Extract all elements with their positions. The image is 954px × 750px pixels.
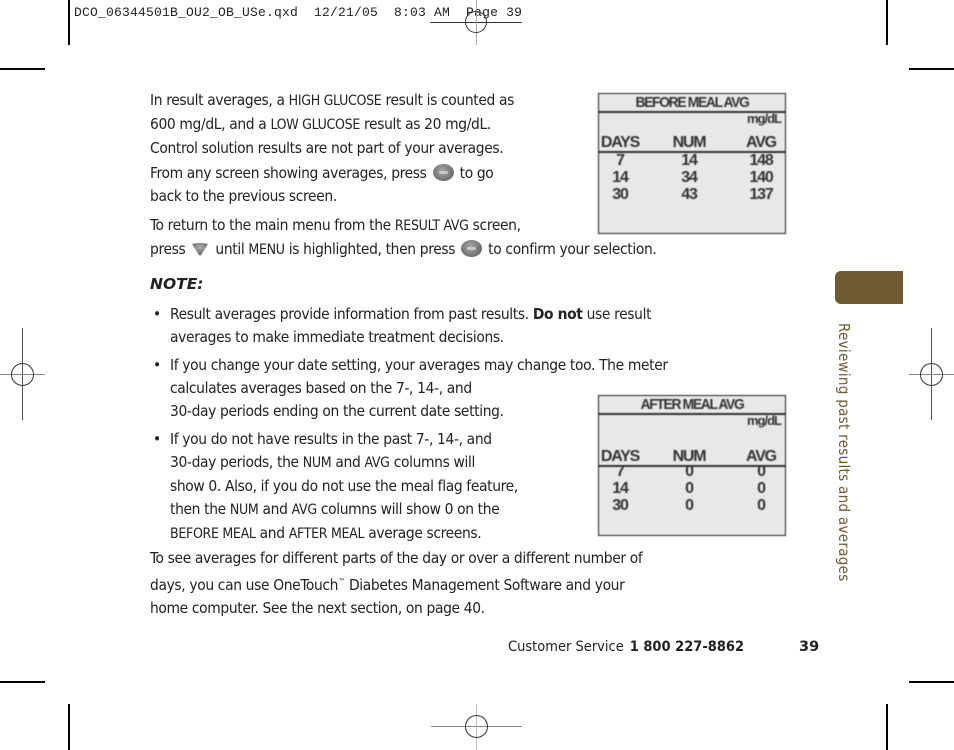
bullet-dot: •: [153, 356, 161, 374]
crop-mark: [886, 704, 888, 750]
high-glucose-term: HIGH GLUCOSE: [288, 93, 382, 109]
crop-mark: [68, 704, 70, 750]
paragraph-glucose-limits: In result averages, a HIGH GLUCOSE resul…: [150, 91, 514, 157]
lcd-unit: mg/dL: [747, 413, 782, 428]
down-arrow-button-icon: [192, 243, 209, 256]
crop-mark: [886, 0, 888, 45]
crop-mark: [68, 0, 70, 45]
lcd-title: AFTER MEAL AVG: [640, 396, 745, 413]
footer-phone: 1 800 227-8862: [629, 639, 745, 655]
do-not-emphasis: Do not: [532, 305, 583, 323]
after-meal-avg-screen: AFTER MEAL AVG mg/dL DAYS NUM AVG 7 0 0 …: [598, 395, 786, 536]
page-number: 39: [799, 639, 820, 655]
result-avg-term: RESULT AVG: [394, 218, 469, 234]
trademark-symbol: ™: [338, 577, 345, 586]
crop-mark: [909, 68, 954, 70]
before-meal-avg-screen: BEFORE MEAL AVG mg/dL DAYS NUM AVG 7 14 …: [598, 93, 786, 234]
section-tab: [835, 271, 903, 304]
footer-label: Customer Service: [508, 639, 624, 655]
crop-mark: [0, 68, 45, 70]
bullet-dot: •: [153, 305, 161, 323]
menu-term: MENU: [248, 242, 285, 258]
paragraph-return-menu: To return to the main menu from the RESU…: [150, 216, 657, 258]
paragraph-go-back: From any screen showing averages, press …: [150, 164, 494, 205]
paragraph-software: To see averages for different parts of t…: [150, 549, 643, 618]
lcd-title: BEFORE MEAL AVG: [635, 94, 749, 111]
low-glucose-term: LOW GLUCOSE: [270, 117, 360, 133]
footer-customer-service: Customer Service 1 800 227-8862: [508, 639, 744, 655]
lcd-unit: mg/dL: [747, 111, 782, 126]
section-side-label: Reviewing past results and averages: [835, 323, 853, 582]
print-slug: DCO_06344501B_OU2_OB_USe.qxd 12/21/05 8:…: [74, 5, 523, 20]
note-heading: NOTE:: [150, 275, 204, 293]
crop-mark: [0, 681, 45, 683]
bullet-dot: •: [153, 430, 161, 448]
crop-mark: [909, 681, 954, 683]
ok-button-icon: [461, 240, 483, 257]
ok-button-icon: [432, 164, 454, 181]
